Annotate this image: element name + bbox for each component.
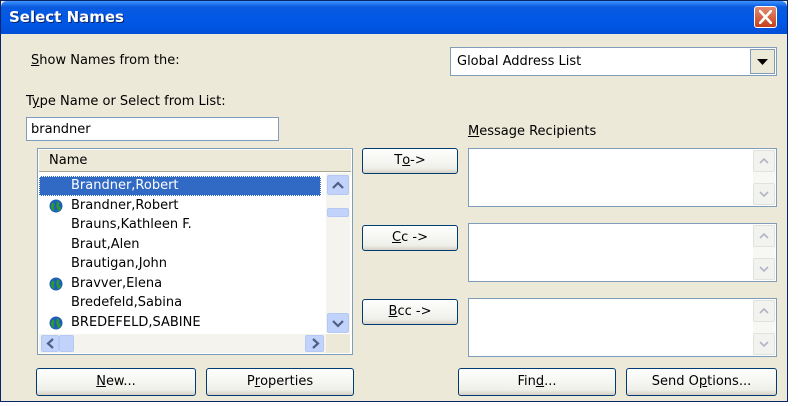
list-item-name: Brauns,Kathleen F. [71,217,192,232]
chevron-left-icon [46,338,54,349]
list-item[interactable]: Bredefeld,Sabina [39,293,321,313]
to-recipients-box[interactable] [468,148,777,207]
vertical-scrollbar[interactable] [326,173,350,333]
list-item-name: Braut,Alen [71,236,140,252]
chevron-up-icon [759,158,769,164]
list-item-name: Brautigan,John [71,256,168,271]
new-button-rest: ew... [105,374,136,389]
chevron-down-icon [757,59,768,65]
list-item[interactable]: Brandner,Robert [39,196,321,216]
bcc-recipients-box[interactable] [468,298,777,357]
properties-button-rest: operties [260,374,314,389]
list-item-name: Bravver,Elena [71,275,163,291]
cc-scroll-down-button[interactable] [753,258,775,280]
chevron-right-icon [312,338,320,349]
scroll-up-button[interactable] [327,175,349,195]
to-button-rest: -> [410,153,426,168]
find-button-prefix: Fin [517,374,536,389]
bcc-button[interactable]: Bcc -> [362,299,458,325]
name-column-header-label: Name [49,153,88,168]
cc-scroll-up-button[interactable] [753,225,775,247]
properties-button-prefix: P [246,374,255,389]
show-names-label-rest: how Names from the: [39,53,180,68]
horizontal-scroll-thumb[interactable] [59,335,74,352]
properties-button[interactable]: Properties [206,368,354,396]
chevron-down-icon [759,341,769,347]
to-recipients-scrollbar[interactable] [753,150,775,205]
find-button-rest: ... [544,374,557,389]
title-bar[interactable]: Select Names [1,1,787,34]
chevron-down-icon [759,266,769,272]
select-names-dialog: Select Names Show Names from the: Global… [0,0,788,402]
vertical-scroll-thumb[interactable] [327,208,349,217]
globe-icon [49,316,63,329]
name-list-rows: Brandner,Robert Brandner,Robert Brauns,Kat… [39,176,321,341]
bcc-button-mnemonic: B [388,304,398,319]
scroll-right-button[interactable] [305,335,324,352]
message-recipients-mnemonic: M [468,124,480,139]
bcc-recipients-scrollbar[interactable] [753,300,775,355]
globe-icon [49,277,63,290]
type-name-mnemonic: y [31,94,40,109]
type-name-label: Type Name or Select from List: [26,94,226,109]
to-button-prefix: T [394,153,403,168]
send-options-button-prefix: Send O [651,374,699,389]
cc-recipients-box[interactable] [468,223,777,282]
chevron-up-icon [759,233,769,239]
send-options-button-mnemonic: p [698,374,708,389]
chevron-down-icon [332,320,344,328]
to-scroll-up-button[interactable] [753,150,775,172]
globe-icon [49,199,63,212]
type-name-input[interactable]: brandner [26,117,279,141]
bcc-button-rest: cc -> [397,304,432,319]
bcc-scroll-down-button[interactable] [753,333,775,355]
message-recipients-label: Message Recipients [468,124,596,139]
list-item[interactable]: Brautigan,John [39,254,321,274]
bcc-scroll-up-button[interactable] [753,300,775,322]
list-item-name: BREDEFELD,SABINE [71,314,201,330]
chevron-up-icon [759,308,769,314]
close-icon [759,10,772,24]
find-button-mnemonic: d [535,374,545,389]
find-button[interactable]: Find... [458,368,616,396]
scrollbar-corner [326,334,350,353]
to-scroll-down-button[interactable] [753,183,775,205]
horizontal-scrollbar[interactable] [39,334,326,353]
to-button-mnemonic: o [402,153,411,168]
type-name-rest: pe Name or Select from List: [39,94,226,109]
to-button[interactable]: To -> [362,148,458,174]
address-list-selected: Global Address List [457,54,582,69]
new-button-mnemonic: N [96,374,106,389]
list-item-name: Bredefeld,Sabina [71,295,183,310]
list-item[interactable]: Brandner,Robert [39,176,321,196]
list-item-name: Brandner,Robert [71,178,179,193]
type-name-value: brandner [31,122,91,137]
chevron-up-icon [332,181,344,189]
list-item[interactable]: BREDEFELD,SABINE [39,313,321,333]
scroll-down-button[interactable] [327,313,349,333]
cc-recipients-scrollbar[interactable] [753,225,775,280]
list-item[interactable]: Brauns,Kathleen F. [39,215,321,235]
message-recipients-rest: essage Recipients [479,124,597,139]
list-item[interactable]: Bravver,Elena [39,274,321,294]
send-options-button[interactable]: Send Options... [626,368,777,396]
scroll-left-button[interactable] [41,335,59,352]
list-item-name: Brandner,Robert [71,197,179,213]
new-button[interactable]: New... [36,368,196,396]
show-names-label: Show Names from the: [31,53,180,68]
address-list-dropdown[interactable]: Global Address List [450,47,777,76]
send-options-button-rest: tions... [707,374,752,389]
close-button[interactable] [754,6,777,28]
chevron-down-icon [759,191,769,197]
cc-button-mnemonic: C [392,230,402,245]
window-title: Select Names [9,8,124,26]
list-item[interactable]: Braut,Alen [39,235,321,255]
dropdown-arrow-button[interactable] [750,49,775,74]
cc-button[interactable]: Cc -> [362,225,458,251]
name-column-header[interactable]: Name [39,150,351,172]
cc-button-rest: c -> [401,230,428,245]
name-list[interactable]: Name Brandner,Robert Brandner,Robert Braun… [37,148,353,355]
